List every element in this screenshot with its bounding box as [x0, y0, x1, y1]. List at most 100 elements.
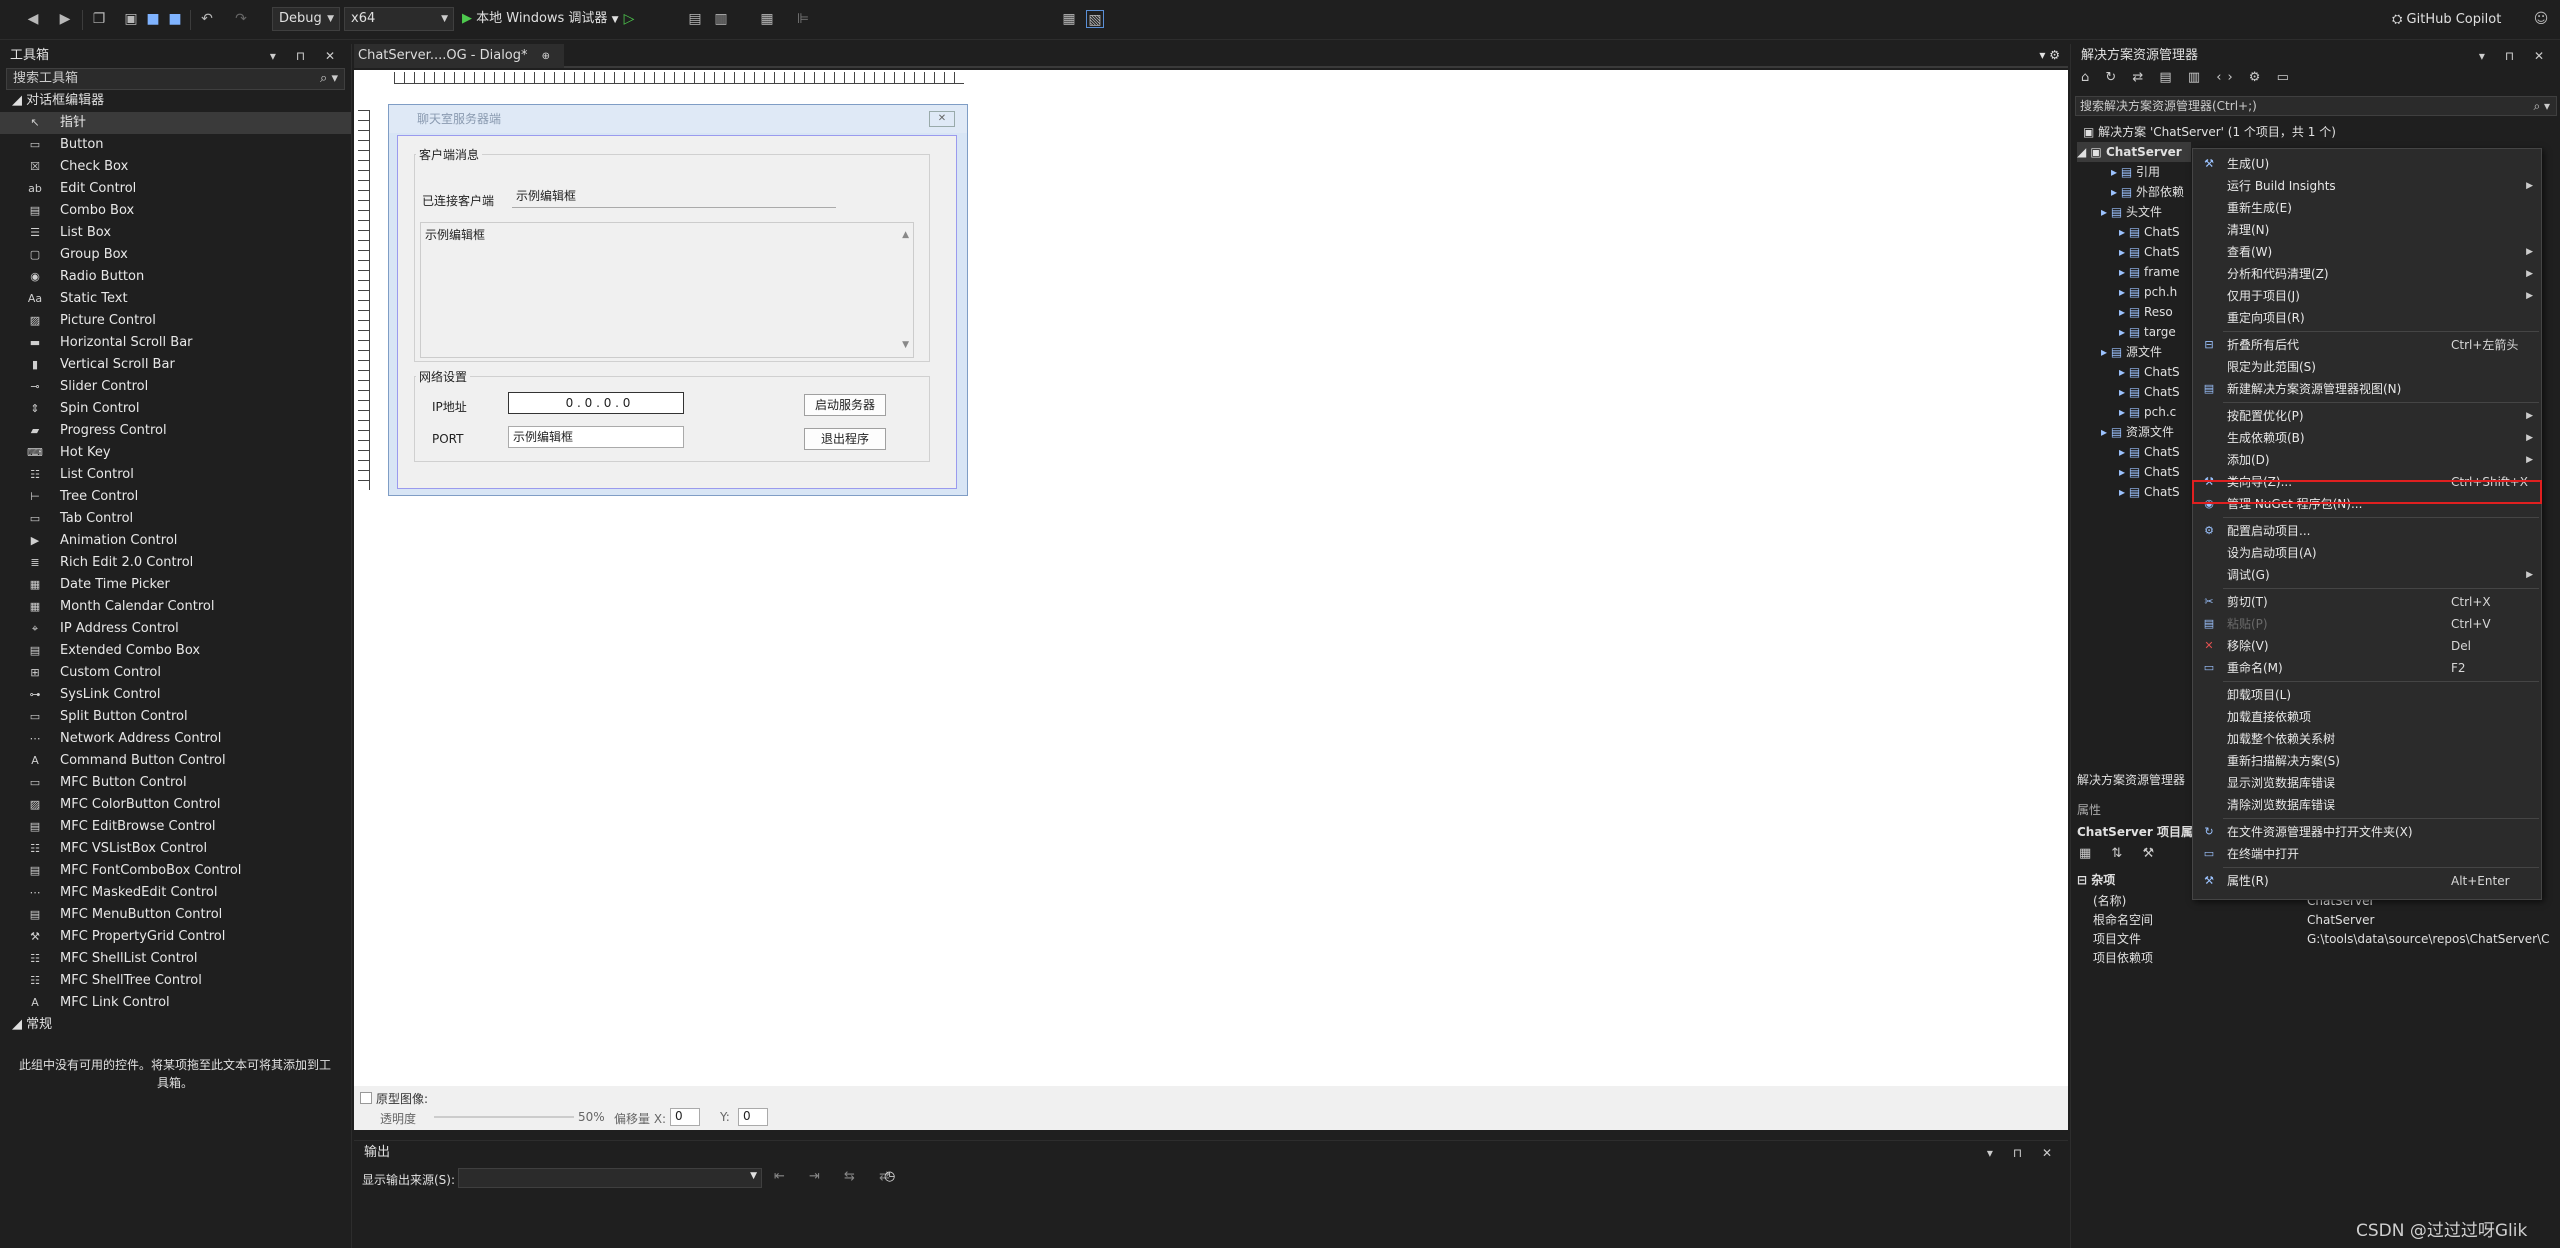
toolbox-item[interactable]: ☷ MFC VSListBox Control: [0, 838, 351, 860]
tab-options-icon[interactable]: ▾ ⚙: [2039, 48, 2060, 62]
image-icon[interactable]: ▦: [758, 10, 776, 28]
toolbox-item[interactable]: ▮ Vertical Scroll Bar: [0, 354, 351, 376]
toolbox-item[interactable]: ⊸ Slider Control: [0, 376, 351, 398]
menu-item[interactable]: 运行 Build Insights ▶: [2193, 175, 2543, 197]
connected-edit[interactable]: 示例编辑框: [512, 186, 836, 208]
menu-item[interactable]: 分析和代码清理(Z) ▶: [2193, 263, 2543, 285]
menu-item[interactable]: 查看(W) ▶: [2193, 241, 2543, 263]
toolbox-item[interactable]: ▭ MFC Button Control: [0, 772, 351, 794]
toolbox-item[interactable]: ▤ MFC FontComboBox Control: [0, 860, 351, 882]
toolbox-group-general[interactable]: ◢ 常规: [0, 1014, 351, 1036]
menu-item[interactable]: 加载直接依赖项: [2193, 706, 2543, 728]
menu-item[interactable]: ↻ 在文件资源管理器中打开文件夹(X): [2193, 821, 2543, 843]
tree-node[interactable]: ▸ ▤ ChatS: [2119, 382, 2180, 402]
toolbox-item[interactable]: ⋯ Network Address Control: [0, 728, 351, 750]
account-icon[interactable]: ☺: [2532, 10, 2550, 28]
save-all-icon[interactable]: ■: [166, 10, 184, 28]
offset-x-input[interactable]: 0: [670, 1108, 700, 1126]
tree-node[interactable]: ▸ ▤ pch.c: [2119, 402, 2176, 422]
toolbox-item[interactable]: ⌨ Hot Key: [0, 442, 351, 464]
toolbox-item[interactable]: A Command Button Control: [0, 750, 351, 772]
offset-y-input[interactable]: 0: [738, 1108, 768, 1126]
toolbox-item[interactable]: Aa Static Text: [0, 288, 351, 310]
menu-item[interactable]: ✂ 剪切(T) Ctrl+X: [2193, 591, 2543, 613]
menu-item[interactable]: 调试(G) ▶: [2193, 564, 2543, 586]
exit-button[interactable]: 退出程序: [804, 428, 886, 450]
menu-item[interactable]: 生成依赖项(B) ▶: [2193, 427, 2543, 449]
toolbox-item[interactable]: A MFC Link Control: [0, 992, 351, 1014]
project-node[interactable]: ◢ ▣ ChatServer: [2077, 142, 2191, 162]
menu-item[interactable]: 添加(D) ▶: [2193, 449, 2543, 471]
save-icon[interactable]: ■: [144, 10, 162, 28]
browse-icon[interactable]: ▥: [712, 10, 730, 28]
properties-toolbar[interactable]: ▦ ⇅ ⚒: [2079, 846, 2162, 861]
pin-icon[interactable]: ⊕: [542, 51, 550, 62]
toolbox-item[interactable]: ▰ Progress Control: [0, 420, 351, 442]
copilot-button[interactable]: ⛭ GitHub Copilot: [2392, 10, 2501, 30]
properties-section[interactable]: ⊟ 杂项: [2077, 870, 2115, 890]
port-edit[interactable]: 示例编辑框: [508, 426, 684, 448]
tree-node[interactable]: ▸ ▤ 引用: [2111, 162, 2160, 182]
folder-icon[interactable]: ▤: [686, 10, 704, 28]
toolbox-group-dialog-editor[interactable]: ◢ 对话框编辑器: [0, 90, 351, 112]
toolbox-item[interactable]: ▭ Tab Control: [0, 508, 351, 530]
run-without-debug-icon[interactable]: ▷: [620, 10, 638, 28]
toolbox-item[interactable]: ⊶ SysLink Control: [0, 684, 351, 706]
tree-node[interactable]: ▸ ▤ ChatS: [2119, 482, 2180, 502]
toolbox-item[interactable]: ☒ Check Box: [0, 156, 351, 178]
config-combo[interactable]: Debug ▼: [272, 7, 340, 31]
tree-node[interactable]: ▸ ▤ 资源文件: [2101, 422, 2174, 442]
align-left-icon[interactable]: ⊫: [794, 10, 812, 28]
message-list[interactable]: 示例编辑框 ▲ ▼: [420, 222, 914, 358]
toolbox-item[interactable]: ▬ Horizontal Scroll Bar: [0, 332, 351, 354]
redo-icon[interactable]: ↷: [232, 10, 250, 28]
solution-search-input[interactable]: 搜索解决方案资源管理器(Ctrl+;) ⌕ ▾: [2075, 96, 2557, 116]
menu-item[interactable]: 清理(N): [2193, 219, 2543, 241]
menu-item[interactable]: 加载整个依赖关系树: [2193, 728, 2543, 750]
start-server-button[interactable]: 启动服务器: [804, 394, 886, 416]
prototype-checkbox[interactable]: [360, 1092, 372, 1104]
menu-item[interactable]: 清除浏览数据库错误: [2193, 794, 2543, 816]
toolbox-item[interactable]: ▶ Animation Control: [0, 530, 351, 552]
tree-node[interactable]: ▸ ▤ 头文件: [2101, 202, 2162, 222]
menu-item[interactable]: 显示浏览数据库错误: [2193, 772, 2543, 794]
solution-footer-tab[interactable]: 解决方案资源管理器: [2077, 770, 2185, 790]
start-debug-button[interactable]: ▶ 本地 Windows 调试器 ▼: [462, 9, 619, 29]
undo-icon[interactable]: ↶: [198, 10, 216, 28]
dialog-preview[interactable]: 聊天室服务器端 ✕ 客户端消息 已连接客户端 示例编辑框 示例编辑框 ▲ ▼ 网络设…: [388, 104, 968, 496]
property-value[interactable]: ChatServer: [2307, 911, 2374, 929]
toolbox-item[interactable]: ☷ List Control: [0, 464, 351, 486]
platform-combo[interactable]: x64 ▼: [344, 7, 454, 31]
menu-item[interactable]: ✕ 移除(V) Del: [2193, 635, 2543, 657]
toolbox-item[interactable]: ☰ List Box: [0, 222, 351, 244]
toolbox-item[interactable]: ▭ Button: [0, 134, 351, 156]
toolbox-item[interactable]: ⊢ Tree Control: [0, 486, 351, 508]
toolbox-item[interactable]: ≣ Rich Edit 2.0 Control: [0, 552, 351, 574]
tree-node[interactable]: ▸ ▤ targe: [2119, 322, 2176, 342]
back-icon[interactable]: ◀: [24, 10, 42, 28]
scroll-up-icon[interactable]: ▲: [902, 225, 909, 245]
menu-item[interactable]: ▤ 新建解决方案资源管理器视图(N): [2193, 378, 2543, 400]
toolbox-item[interactable]: ▦ Date Time Picker: [0, 574, 351, 596]
menu-item[interactable]: 重新生成(E): [2193, 197, 2543, 219]
toolbox-item[interactable]: ⇕ Spin Control: [0, 398, 351, 420]
menu-item[interactable]: ⚙ 配置启动项目...: [2193, 520, 2543, 542]
menu-item[interactable]: ⊟ 折叠所有后代 Ctrl+左箭头: [2193, 334, 2543, 356]
menu-item[interactable]: ▭ 重命名(M) F2: [2193, 657, 2543, 679]
toolbox-item[interactable]: ⋯ MFC MaskedEdit Control: [0, 882, 351, 904]
toolbox-item[interactable]: ↖ 指针: [0, 112, 351, 134]
tree-node[interactable]: ▸ ▤ 源文件: [2101, 342, 2162, 362]
toolbox-item[interactable]: ⚒ MFC PropertyGrid Control: [0, 926, 351, 948]
toolbox-item[interactable]: ▨ Picture Control: [0, 310, 351, 332]
tree-node[interactable]: ▸ ▤ 外部依赖: [2111, 182, 2184, 202]
toolbox-item[interactable]: ▤ MFC EditBrowse Control: [0, 816, 351, 838]
tree-node[interactable]: ▸ ▤ ChatS: [2119, 222, 2180, 242]
output-source-combo[interactable]: ▼: [458, 1168, 762, 1188]
menu-item[interactable]: ▤ 粘贴(P) Ctrl+V: [2193, 613, 2543, 635]
menu-item[interactable]: 限定为此范围(S): [2193, 356, 2543, 378]
tree-node[interactable]: ▸ ▤ ChatS: [2119, 442, 2180, 462]
panel-buttons[interactable]: ▾ ⊓ ✕: [2479, 44, 2552, 68]
toolbox-item[interactable]: ▭ Split Button Control: [0, 706, 351, 728]
toolbox-item[interactable]: ▤ Combo Box: [0, 200, 351, 222]
menu-item[interactable]: 按配置优化(P) ▶: [2193, 405, 2543, 427]
